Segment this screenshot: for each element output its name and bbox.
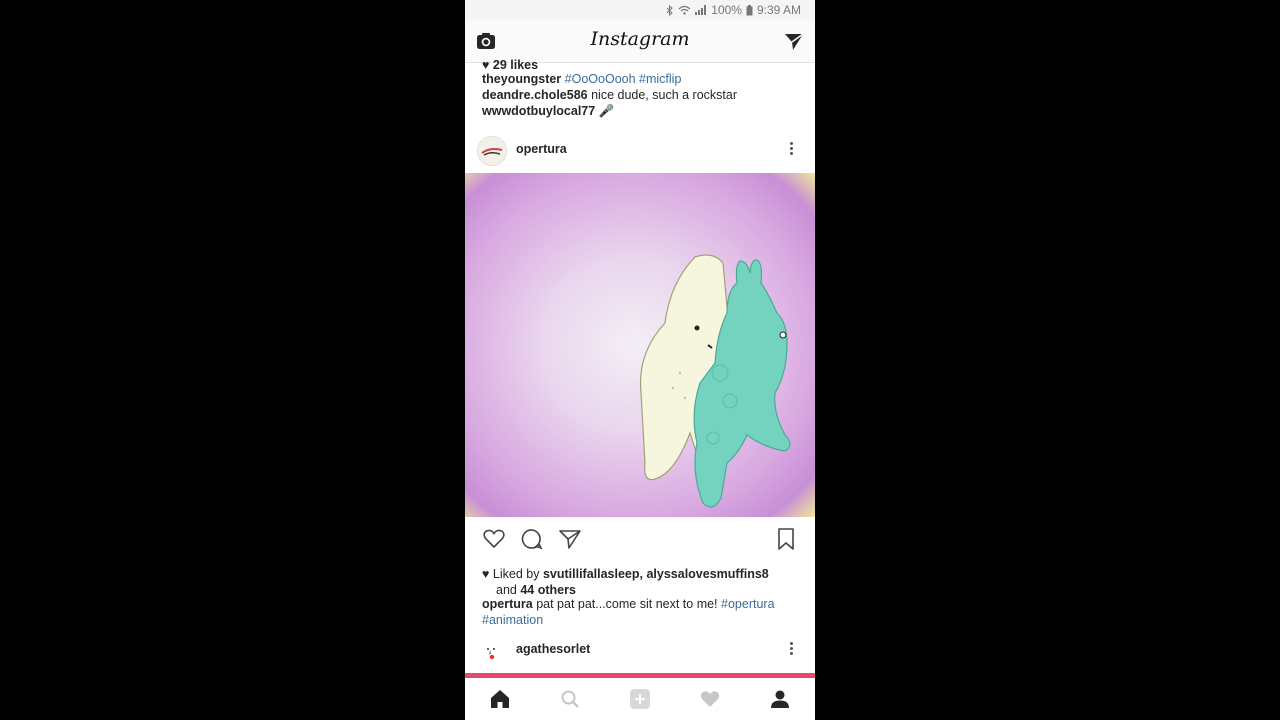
phone-screen: 100% 9:39 AM Instagram ♥ 29 likes theyou… [465, 0, 815, 720]
heart-small-icon: ♥ [482, 567, 490, 581]
others-link[interactable]: 44 others [520, 583, 576, 597]
comment-username[interactable]: wwwdotbuylocal77 [482, 104, 595, 118]
avatar-image [478, 137, 506, 165]
avatar-image [477, 636, 505, 664]
caption-hashtag[interactable]: #opertura [721, 597, 775, 611]
comment-text: nice dude, such a rockstar [591, 88, 738, 102]
heart-icon[interactable] [482, 527, 506, 551]
comment-row: deandre.chole586 nice dude, such a rocks… [465, 87, 737, 103]
liked-by-users[interactable]: svutillifallasleep, alyssalovesmuffins8 [543, 567, 769, 581]
search-icon[interactable] [559, 688, 581, 710]
animation-illustration [639, 254, 791, 508]
caption-text: pat pat pat...come sit next to me! [536, 597, 718, 611]
post-caption: opertura pat pat pat...come sit next to … [465, 596, 775, 612]
caption-hashtag[interactable]: #animation [482, 613, 543, 627]
comment-text: 🎤 [598, 104, 615, 118]
add-icon[interactable] [629, 688, 651, 710]
post-header: opertura [465, 130, 815, 170]
battery-percent: 100% [711, 3, 742, 17]
more-options-icon[interactable] [785, 640, 797, 660]
post-media[interactable] [465, 173, 815, 517]
post-actions [465, 524, 815, 554]
heart-icon[interactable] [699, 688, 721, 710]
home-icon[interactable] [489, 688, 511, 710]
caption-username[interactable]: opertura [482, 597, 533, 611]
share-icon[interactable] [558, 527, 582, 551]
post-username[interactable]: agathesorlet [516, 642, 590, 656]
comment-row: wwwdotbuylocal77 🎤 [465, 103, 614, 119]
wifi-icon [678, 5, 691, 15]
comment-username[interactable]: deandre.chole586 [482, 88, 588, 102]
bottom-nav [465, 673, 815, 720]
avatar[interactable] [477, 136, 507, 166]
bookmark-icon[interactable] [775, 527, 797, 551]
comment-icon[interactable] [520, 527, 544, 551]
post-caption-line2: #animation [465, 612, 543, 628]
status-bar: 100% 9:39 AM [465, 0, 815, 20]
profile-icon[interactable] [769, 688, 791, 710]
heart-small-icon: ♥ [482, 58, 490, 72]
prev-post-caption: theyoungster #OoOoOooh #micflip [465, 71, 681, 87]
bluetooth-icon [666, 4, 674, 16]
caption-hashtags[interactable]: #OoOoOooh #micflip [565, 72, 682, 86]
liked-by: ♥ Liked by svutillifallasleep, alyssalov… [482, 567, 769, 581]
signal-icon [695, 5, 707, 15]
more-options-icon[interactable] [785, 140, 797, 160]
paper-plane-icon[interactable] [783, 30, 805, 52]
battery-icon [746, 4, 753, 15]
avatar[interactable] [477, 636, 505, 664]
instagram-logo: Instagram [590, 28, 690, 50]
post-username[interactable]: opertura [516, 142, 567, 156]
clock: 9:39 AM [756, 3, 801, 17]
next-post-header: agathesorlet [465, 630, 815, 670]
caption-username[interactable]: theyoungster [482, 72, 561, 86]
